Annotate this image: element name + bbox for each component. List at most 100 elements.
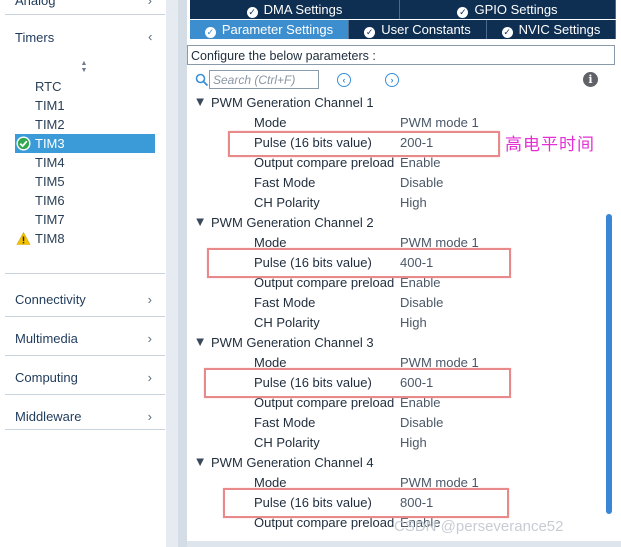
check-circle-icon: ✓ bbox=[204, 27, 216, 38]
timer-item-tim8[interactable]: TIM8 bbox=[15, 229, 155, 248]
parameter-value[interactable]: PWM mode 1 bbox=[400, 113, 479, 133]
tab-label: User Constants bbox=[381, 22, 471, 37]
chevron-right-icon: › bbox=[147, 0, 152, 8]
tab-nvic-settings[interactable]: ✓ NVIC Settings bbox=[487, 20, 616, 39]
tab-parameter-settings[interactable]: ✓ Parameter Settings bbox=[190, 20, 349, 39]
group-header[interactable]: ▶ PWM Generation Channel 3 bbox=[193, 333, 374, 353]
timer-item-tim6[interactable]: TIM6 bbox=[15, 191, 155, 210]
expand-triangle-icon[interactable]: ▶ bbox=[190, 219, 210, 232]
group-title: PWM Generation Channel 1 bbox=[211, 95, 374, 110]
highlight-box bbox=[228, 131, 500, 157]
search-toolbar: ‹ › i bbox=[187, 69, 621, 91]
parameter-value[interactable]: High bbox=[400, 193, 427, 213]
group-header[interactable]: ▶ PWM Generation Channel 2 bbox=[193, 213, 374, 233]
parameter-name: Fast Mode bbox=[254, 295, 316, 310]
category-label: Middleware bbox=[15, 409, 82, 424]
timer-label: TIM1 bbox=[35, 98, 65, 113]
expand-triangle-icon[interactable]: ▶ bbox=[190, 339, 210, 352]
divider bbox=[5, 273, 165, 274]
category-timers[interactable]: Timers › bbox=[15, 28, 160, 48]
timer-item-tim1[interactable]: TIM1 bbox=[15, 96, 155, 115]
category-label: Analog bbox=[15, 0, 56, 8]
group-header[interactable]: ▶ PWM Generation Channel 1 bbox=[193, 93, 374, 113]
timer-item-tim4[interactable]: TIM4 bbox=[15, 153, 155, 172]
parameter-value[interactable]: High bbox=[400, 313, 427, 333]
watermark: CSDN @perseverance52 bbox=[394, 518, 564, 535]
tab-user-constants[interactable]: ✓ User Constants bbox=[349, 20, 487, 39]
timer-label: TIM8 bbox=[35, 231, 65, 246]
horizontal-scrollbar[interactable] bbox=[187, 541, 621, 547]
parameter-value[interactable]: Disable bbox=[400, 293, 443, 313]
configuration-panel: ✓ DMA Settings ✓ GPIO Settings ✓ Parameter … bbox=[187, 0, 621, 547]
tab-label: GPIO Settings bbox=[474, 2, 558, 17]
tab-gpio-settings[interactable]: ✓ GPIO Settings bbox=[400, 0, 616, 19]
tab-label: NVIC Settings bbox=[518, 22, 601, 37]
category-computing[interactable]: Computing › bbox=[15, 368, 160, 388]
parameter-row[interactable]: Fast Mode Disable bbox=[254, 413, 594, 433]
check-circle-icon: ✓ bbox=[364, 27, 376, 38]
check-circle-icon: ✓ bbox=[501, 27, 513, 38]
group-title: PWM Generation Channel 3 bbox=[211, 335, 374, 350]
panel-scrollbar[interactable] bbox=[178, 0, 187, 547]
category-multimedia[interactable]: Multimedia › bbox=[15, 329, 160, 349]
timer-item-rtc[interactable]: RTC bbox=[15, 77, 155, 96]
chevron-right-icon: › bbox=[147, 292, 152, 307]
group-title: PWM Generation Channel 4 bbox=[211, 455, 374, 470]
timer-label: TIM5 bbox=[35, 174, 65, 189]
highlight-box bbox=[223, 488, 509, 518]
category-middleware[interactable]: Middleware › bbox=[15, 407, 160, 427]
tab-label: DMA Settings bbox=[263, 2, 343, 17]
group-header[interactable]: ▶ PWM Generation Channel 4 bbox=[193, 453, 374, 473]
timer-label: TIM4 bbox=[35, 155, 65, 170]
expand-triangle-icon[interactable]: ▶ bbox=[190, 459, 210, 472]
chevron-right-icon: › bbox=[147, 370, 152, 385]
timer-label: TIM2 bbox=[35, 117, 65, 132]
check-circle-icon bbox=[16, 136, 31, 151]
parameter-row[interactable]: Fast Mode Disable bbox=[254, 173, 594, 193]
category-connectivity[interactable]: Connectivity › bbox=[15, 290, 160, 310]
search-prev-button[interactable]: ‹ bbox=[337, 73, 351, 87]
parameter-tree: ▶ PWM Generation Channel 1 Mode PWM mode 1P… bbox=[187, 93, 603, 543]
expand-triangle-icon[interactable]: ▶ bbox=[190, 99, 210, 112]
category-label: Timers bbox=[15, 30, 55, 45]
search-next-button[interactable]: › bbox=[385, 73, 399, 87]
search-input[interactable] bbox=[209, 70, 319, 89]
sort-icon[interactable]: ▲▼ bbox=[78, 60, 90, 74]
timer-item-tim2[interactable]: TIM2 bbox=[15, 115, 155, 134]
configure-header: Configure the below parameters : bbox=[187, 45, 615, 65]
timer-label: RTC bbox=[35, 79, 62, 94]
timer-item-tim3[interactable]: TIM3 bbox=[15, 134, 155, 153]
timer-label: TIM3 bbox=[35, 136, 65, 151]
timer-item-tim5[interactable]: TIM5 bbox=[15, 172, 155, 191]
parameter-name: CH Polarity bbox=[254, 315, 320, 330]
parameter-value[interactable]: Disable bbox=[400, 413, 443, 433]
parameter-row[interactable]: CH Polarity High bbox=[254, 193, 594, 213]
tab-label: Parameter Settings bbox=[221, 22, 334, 37]
category-panel: Analog › Timers › ▲▼ RTC TIM1 TIM2 TIM3 … bbox=[0, 0, 166, 547]
parameter-value[interactable]: Disable bbox=[400, 173, 443, 193]
category-label: Computing bbox=[15, 370, 78, 385]
parameter-row[interactable]: Fast Mode Disable bbox=[254, 293, 594, 313]
parameter-name: Fast Mode bbox=[254, 415, 316, 430]
chevron-right-icon: › bbox=[147, 409, 152, 424]
parameter-name: Mode bbox=[254, 115, 287, 130]
parameter-row[interactable]: CH Polarity High bbox=[254, 433, 594, 453]
chevron-right-icon: › bbox=[147, 331, 152, 346]
divider bbox=[5, 316, 165, 317]
tab-dma-settings[interactable]: ✓ DMA Settings bbox=[190, 0, 400, 19]
info-icon[interactable]: i bbox=[583, 72, 598, 87]
annotation-label: 高电平时间 bbox=[505, 135, 595, 155]
chevron-down-icon: › bbox=[147, 31, 152, 46]
scrollbar-thumb[interactable] bbox=[606, 214, 612, 514]
parameter-name: CH Polarity bbox=[254, 195, 320, 210]
parameter-value[interactable]: High bbox=[400, 433, 427, 453]
category-analog[interactable]: Analog › bbox=[15, 0, 160, 11]
divider bbox=[5, 14, 165, 15]
timer-label: TIM7 bbox=[35, 212, 65, 227]
divider bbox=[5, 355, 165, 356]
timer-label: TIM6 bbox=[35, 193, 65, 208]
panel-splitter[interactable] bbox=[166, 0, 178, 547]
category-label: Multimedia bbox=[15, 331, 78, 346]
timer-item-tim7[interactable]: TIM7 bbox=[15, 210, 155, 229]
parameter-row[interactable]: CH Polarity High bbox=[254, 313, 594, 333]
